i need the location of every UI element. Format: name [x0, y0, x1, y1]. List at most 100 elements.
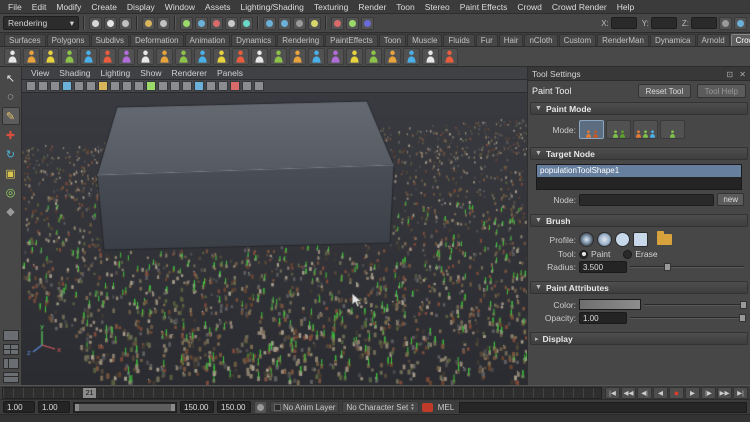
animation-end-field[interactable]: 150.00 — [217, 401, 251, 413]
shelf-person-icon[interactable] — [441, 48, 458, 65]
node-list-item-selected[interactable]: populationToolShape1 — [537, 165, 741, 177]
shelf-tab-custom[interactable]: Custom — [558, 34, 597, 46]
menu-item[interactable]: Stereo — [420, 2, 455, 12]
menu-item[interactable]: Assets — [200, 2, 236, 12]
viewport-toolbar-icon[interactable] — [122, 81, 132, 91]
status-line-icon[interactable] — [331, 16, 344, 30]
panel-menu-item[interactable]: Show — [135, 68, 166, 78]
tool-settings-header[interactable]: Tool Settings ⊡ ✕ — [528, 67, 750, 81]
toggle-attribute-editor-icon[interactable] — [719, 16, 732, 30]
viewport-toolbar-icon[interactable] — [110, 81, 120, 91]
shelf-tab-surfaces[interactable]: Surfaces — [4, 34, 46, 46]
rotate-tool[interactable]: ↻ — [2, 145, 20, 163]
select-tool[interactable]: ↖ — [2, 69, 20, 87]
time-slider[interactable]: 21 — [2, 386, 602, 399]
paint-radio[interactable] — [579, 249, 588, 259]
shelf-person-icon[interactable] — [251, 48, 268, 65]
shelf-tab-animation[interactable]: Animation — [184, 34, 231, 46]
panel-menu-item[interactable]: Panels — [212, 68, 248, 78]
soft-select-tool[interactable]: ◎ — [2, 183, 20, 201]
section-header-paint-attributes[interactable]: ▼ Paint Attributes — [530, 281, 748, 294]
shelf-person-icon[interactable] — [23, 48, 40, 65]
shelf-person-icon[interactable] — [213, 48, 230, 65]
animation-start-field[interactable]: 1.00 — [3, 401, 35, 413]
range-handle-right[interactable] — [171, 403, 175, 411]
shelf-person-icon[interactable] — [42, 48, 59, 65]
status-line-icon[interactable] — [240, 16, 253, 30]
status-line-icon[interactable] — [361, 16, 374, 30]
dock-icon[interactable]: ⊡ — [726, 70, 733, 79]
spinner-arrows-icon[interactable]: ▲ ▼ — [410, 402, 414, 412]
status-line-icon[interactable] — [104, 16, 117, 30]
menu-item[interactable]: File — [3, 2, 27, 12]
erase-radio[interactable] — [623, 249, 633, 259]
viewport-toolbar-icon[interactable] — [242, 81, 252, 91]
toggle-channel-box-icon[interactable] — [734, 16, 747, 30]
radius-field[interactable]: 3.500 — [579, 261, 627, 273]
shelf-person-icon[interactable] — [175, 48, 192, 65]
section-header-brush[interactable]: ▼ Brush — [530, 214, 748, 227]
auto-key-icon[interactable] — [421, 402, 433, 412]
command-line-input[interactable] — [459, 401, 747, 413]
opacity-field[interactable]: 1.00 — [579, 312, 627, 324]
command-line-language-label[interactable]: MEL — [436, 403, 456, 412]
status-line-icon[interactable] — [195, 16, 208, 30]
shelf-tab-dynamics[interactable]: Dynamics — [231, 34, 277, 46]
viewport-toolbar-icon[interactable] — [230, 81, 240, 91]
viewport-toolbar-icon[interactable] — [146, 81, 156, 91]
range-handle-left[interactable] — [75, 403, 79, 411]
status-line-icon[interactable] — [346, 16, 359, 30]
shelf-person-icon[interactable] — [118, 48, 135, 65]
paint-mode-button-1[interactable] — [579, 120, 604, 139]
status-line-icon[interactable] — [293, 16, 306, 30]
viewport-toolbar-icon[interactable] — [98, 81, 108, 91]
shelf-tab-dynamica[interactable]: Dynamica — [649, 34, 696, 46]
shelf-person-icon[interactable] — [384, 48, 401, 65]
shelf-person-icon[interactable] — [270, 48, 287, 65]
opacity-slider[interactable] — [630, 313, 747, 323]
shelf-tab-crowd[interactable]: Crowd — [730, 34, 750, 46]
brush-profile-solid[interactable] — [615, 232, 630, 247]
shelf-tab-deformation[interactable]: Deformation — [129, 34, 184, 46]
radius-slider[interactable] — [630, 262, 744, 272]
coordinate-field[interactable] — [610, 17, 637, 29]
playback-button[interactable]: ▶ — [685, 386, 700, 399]
shelf-person-icon[interactable] — [346, 48, 363, 65]
shelf-person-icon[interactable] — [403, 48, 420, 65]
viewport-toolbar-icon[interactable] — [218, 81, 228, 91]
section-header-target-node[interactable]: ▼ Target Node — [530, 147, 748, 160]
menu-item[interactable]: Window — [160, 2, 200, 12]
shelf-tab-rendering[interactable]: Rendering — [277, 34, 325, 46]
status-line-icon[interactable] — [225, 16, 238, 30]
menu-item[interactable]: Edit — [27, 2, 52, 12]
shelf-person-icon[interactable] — [137, 48, 154, 65]
tool-help-button[interactable]: Tool Help — [696, 84, 746, 98]
shelf-tab-hair[interactable]: Hair — [498, 34, 524, 46]
node-field[interactable] — [579, 193, 715, 206]
viewport-toolbar-icon[interactable] — [26, 81, 36, 91]
last-tool[interactable]: ◆ — [2, 202, 20, 220]
menu-item[interactable]: Create — [86, 2, 122, 12]
playback-button[interactable]: |◀ — [605, 386, 620, 399]
viewport-toolbar-icon[interactable] — [86, 81, 96, 91]
reset-tool-button[interactable]: Reset Tool — [637, 84, 692, 98]
shelf-person-icon[interactable] — [80, 48, 97, 65]
shelf-person-icon[interactable] — [232, 48, 249, 65]
record-button[interactable]: ● — [669, 386, 684, 399]
paint-mode-button-2[interactable] — [606, 120, 631, 139]
target-node-list[interactable]: populationToolShape1 — [536, 164, 742, 190]
anim-layer-button[interactable]: No Anim Layer — [270, 401, 340, 413]
viewport-toolbar-icon[interactable] — [38, 81, 48, 91]
menu-item[interactable]: Lighting/Shading — [236, 2, 309, 12]
character-set-selector[interactable]: No Character Set ▲ ▼ — [342, 401, 419, 413]
playback-button[interactable]: |▶ — [701, 386, 716, 399]
status-line-icon[interactable] — [210, 16, 223, 30]
playback-button[interactable]: ▶▶ — [717, 386, 732, 399]
shelf-tab-ncloth[interactable]: nCloth — [524, 34, 558, 46]
menu-item[interactable]: Crowd Render — [547, 2, 612, 12]
brush-profile-medium[interactable] — [597, 232, 612, 247]
status-line-icon[interactable] — [119, 16, 132, 30]
color-slider[interactable] — [644, 300, 747, 310]
playback-button[interactable]: ◀ — [653, 386, 668, 399]
layout-single-pane[interactable] — [2, 330, 19, 341]
